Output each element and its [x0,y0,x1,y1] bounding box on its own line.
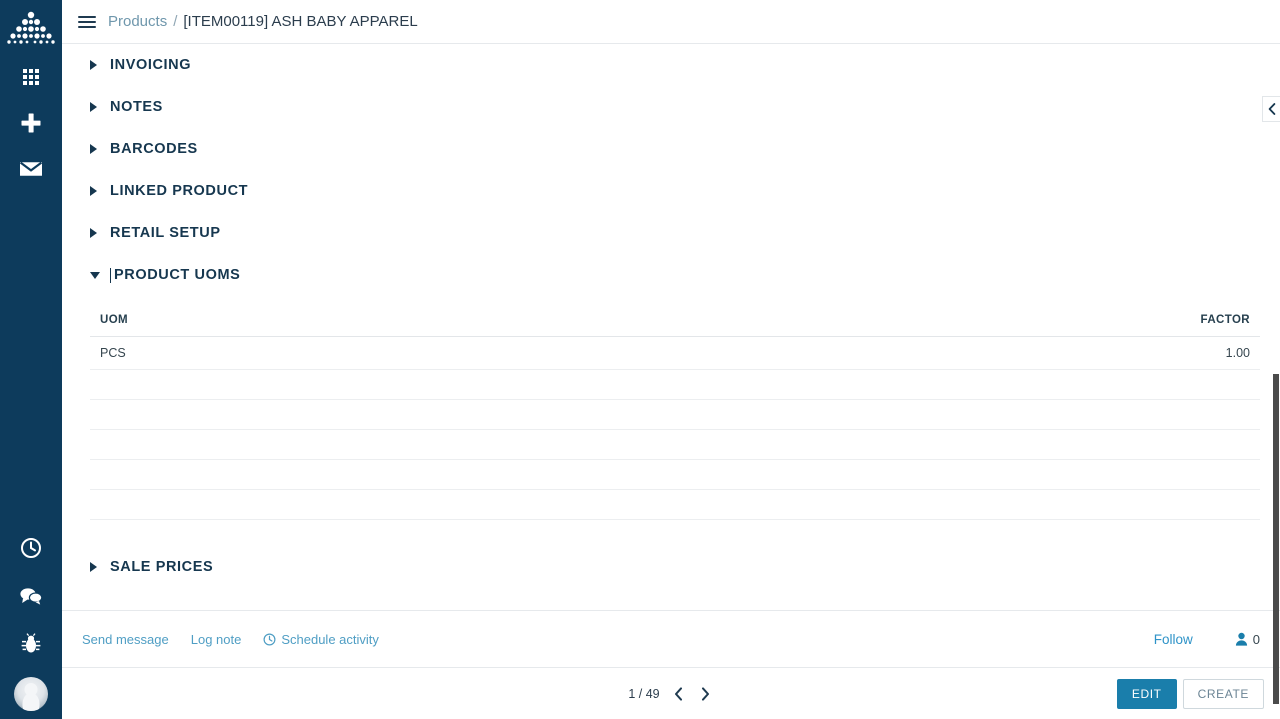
clock-icon[interactable] [16,533,46,563]
group-notes[interactable]: NOTES [90,86,1260,128]
table-row-empty[interactable] [90,489,1260,520]
table-row-empty[interactable] [90,429,1260,460]
group-title: LINKED PRODUCT [110,183,249,199]
hamburger-menu-icon[interactable] [78,15,96,28]
follow-button[interactable]: Follow [1154,632,1193,647]
mail-icon[interactable] [16,154,46,184]
scrollbar-thumb[interactable] [1273,374,1279,704]
schedule-activity-label: Schedule activity [281,631,379,647]
chatter-bar: Send message Log note Schedule activity … [62,610,1280,668]
group-product-uoms[interactable]: PRODUCT UOMS [90,254,1260,296]
caret-right-icon [90,102,106,112]
followers-count-value: 0 [1252,631,1260,647]
table-row[interactable]: PCS 1.00 [90,336,1260,370]
edit-button[interactable]: EDIT [1116,678,1177,709]
chevron-left-icon [1268,103,1275,115]
table-row-empty[interactable] [90,459,1260,490]
caret-right-icon [90,60,106,70]
group-title: BARCODES [110,141,198,157]
caret-right-icon [90,562,106,572]
sidebar [0,0,62,719]
followers-count[interactable]: 0 [1235,632,1260,647]
group-invoicing[interactable]: INVOICING [90,44,1260,86]
schedule-activity-button[interactable]: Schedule activity [263,632,379,647]
breadcrumb: Products / [ITEM00119] ASH BABY APPAREL [62,0,1280,44]
bug-icon[interactable] [16,629,46,659]
group-title: RETAIL SETUP [110,225,221,241]
caret-right-icon [90,228,106,238]
panel-collapse-toggle[interactable] [1262,96,1280,122]
apps-grid-icon[interactable] [16,62,46,92]
pager-count: 1 / 49 [628,686,660,701]
column-header-factor[interactable]: FACTOR [568,310,1260,337]
breadcrumb-root-link[interactable]: Products [108,13,167,30]
caret-right-icon [90,186,106,196]
table-header-row: UOM FACTOR [90,310,1260,337]
group-title: NOTES [110,99,163,115]
app-root: Products / [ITEM00119] ASH BABY APPAREL … [0,0,1280,719]
pager-previous-button[interactable] [670,685,687,703]
send-message-button[interactable]: Send message [82,632,169,647]
caret-right-icon [90,144,106,154]
form-footer: 1 / 49 EDIT CREATE [62,668,1280,719]
cell-factor: 1.00 [568,336,1260,370]
text-caret-artifact [110,267,111,283]
column-header-uom[interactable]: UOM [90,310,569,337]
group-title: PRODUCT UOMS [114,267,241,283]
group-linked-product[interactable]: LINKED PRODUCT [90,170,1260,212]
main-content: Products / [ITEM00119] ASH BABY APPAREL … [62,0,1280,719]
group-barcodes[interactable]: BARCODES [90,128,1260,170]
group-retail-setup[interactable]: RETAIL SETUP [90,212,1260,254]
log-note-button[interactable]: Log note [191,632,242,647]
clock-icon [263,633,276,645]
sidebar-bottom-icons [0,533,62,711]
group-sale-prices[interactable]: SALE PRICES [90,546,1260,588]
chevron-left-icon [674,686,682,701]
chevron-right-icon [701,686,709,701]
user-icon [1235,632,1247,646]
plus-icon[interactable] [16,108,46,138]
vertical-scrollbar[interactable] [1272,44,1280,719]
group-title: INVOICING [110,57,192,73]
caret-down-icon [90,271,106,279]
product-uoms-table: UOM FACTOR PCS 1.00 [90,310,1260,520]
chat-icon[interactable] [16,581,46,611]
breadcrumb-current: [ITEM00119] ASH BABY APPAREL [183,13,418,30]
avatar[interactable] [14,677,48,711]
sidebar-top-icons [16,62,46,184]
record-pager: 1 / 49 [62,685,1280,703]
breadcrumb-separator: / [173,13,178,30]
group-title: SALE PRICES [110,559,214,575]
pyramid-dots-logo[interactable] [5,8,57,52]
create-button[interactable]: CREATE [1182,678,1264,709]
table-row-empty[interactable] [90,399,1260,430]
table-row-empty[interactable] [90,369,1260,400]
pager-next-button[interactable] [697,685,714,703]
cell-uom: PCS [90,336,569,370]
